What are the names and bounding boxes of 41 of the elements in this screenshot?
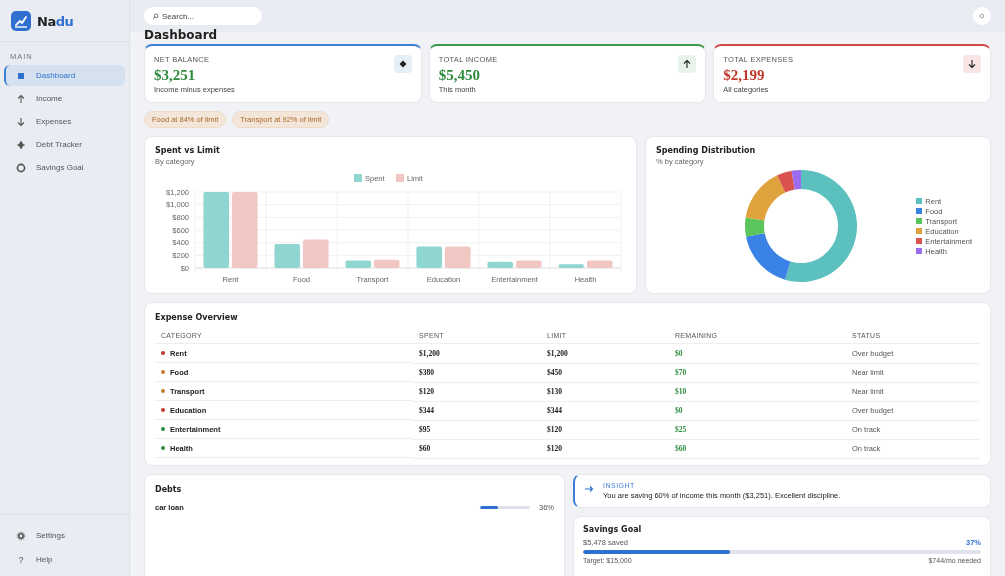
square-icon [16,70,26,81]
arrow-down-icon [16,116,26,127]
bar [487,261,513,268]
bar [345,260,371,268]
nav-item[interactable]: Income [4,88,125,109]
ring-icon [16,162,26,173]
bar [416,246,442,268]
bar [303,239,329,268]
nav-item[interactable]: Settings [4,525,125,546]
search-field[interactable]: Search... [144,7,262,25]
circle-icon [979,13,985,19]
card-title: Expense Overview [155,313,239,322]
arrow-down-icon [963,55,981,73]
gear-icon [16,530,26,541]
search-icon [152,12,159,20]
stat-value: $5,450 [438,67,481,84]
brand-name: Nadu [37,13,74,29]
bar [516,260,542,268]
nav-item[interactable]: ? Help [4,549,125,570]
arrow-right-icon [584,483,594,494]
bar [558,264,584,268]
card-title: Debts [155,484,183,494]
stat-value: $3,251 [154,67,197,84]
bar [274,243,300,268]
stat-value: $2,199 [723,67,766,84]
card-title: Savings Goal [583,524,643,534]
nav-item[interactable]: Debt Tracker [4,134,125,155]
arrow-up-icon [16,93,26,104]
diamond-icon [16,139,26,150]
arrow-up-icon [678,55,697,73]
bar [374,259,400,268]
logo-icon [11,11,31,31]
bar [587,260,613,268]
bar [445,246,471,268]
card-title: Spent vs Limit [155,146,221,155]
card-title: Spending Distribution [656,146,757,155]
nav-item[interactable]: Dashboard [4,65,125,86]
page-title: Dashboard [144,28,219,42]
nav-item[interactable]: Expenses [4,111,125,132]
account-button[interactable] [973,7,991,25]
nav-item[interactable]: Savings Goal [4,157,125,178]
